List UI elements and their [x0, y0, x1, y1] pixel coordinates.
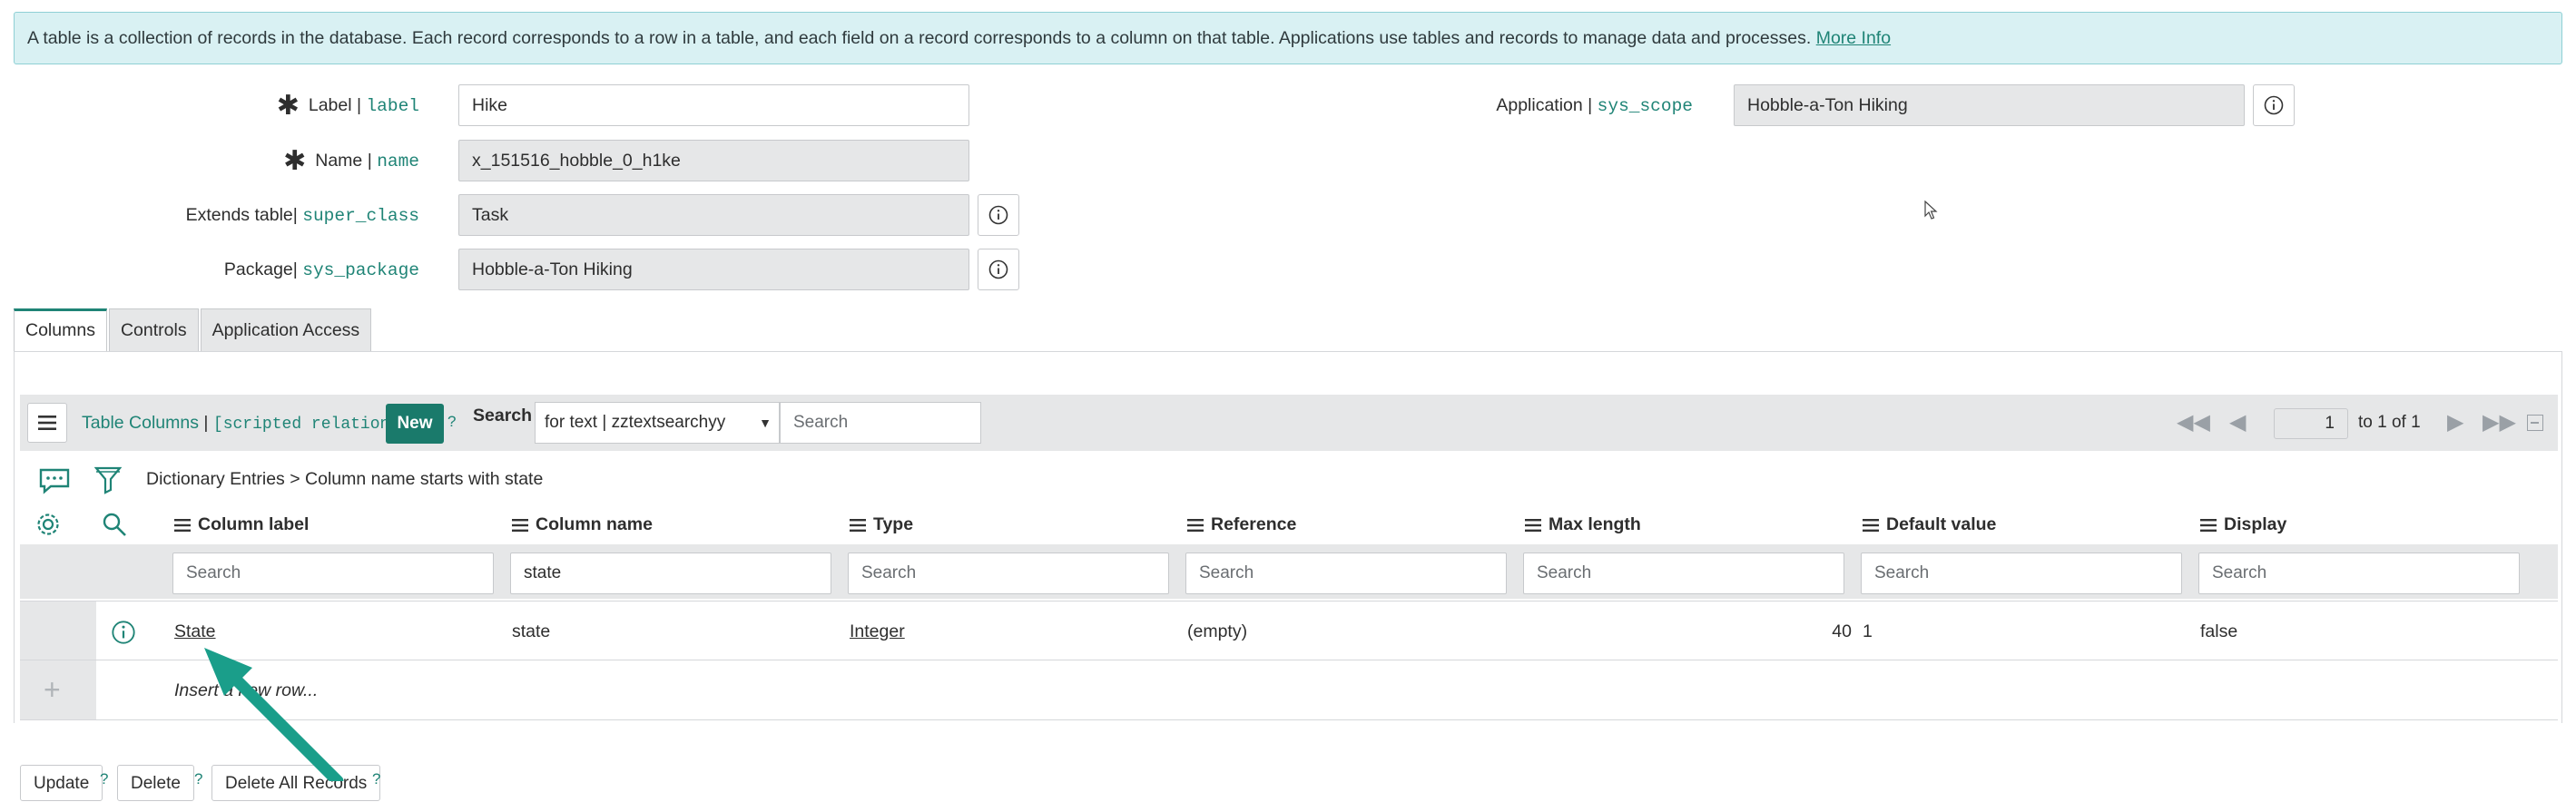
label-field-label: ✱ Label | label	[276, 90, 419, 121]
column-search-row: Search state Search Search Search Search…	[20, 544, 2558, 599]
list-relation: [scripted relation]	[212, 416, 400, 434]
default-value-search[interactable]: Search	[1861, 553, 2182, 594]
cell-default-value: 1	[1863, 621, 1873, 641]
gear-icon[interactable]	[34, 511, 62, 538]
package-field-label: Package| sys_package	[223, 259, 419, 280]
delete-button[interactable]: Delete	[117, 765, 194, 801]
type-search[interactable]: Search	[848, 553, 1169, 594]
package-input[interactable]: Hobble-a-Ton Hiking	[458, 249, 969, 290]
hamburger-icon	[38, 416, 56, 430]
list-title-link[interactable]: Table Columns	[82, 413, 199, 433]
max-length-search[interactable]: Search	[1523, 553, 1844, 594]
delete-all-help-icon[interactable]: ?	[372, 770, 380, 788]
application-info-button[interactable]	[2253, 84, 2295, 126]
required-icon: ✱	[283, 145, 307, 176]
column-header-reference[interactable]: Reference	[1187, 504, 1296, 544]
label-input[interactable]: Hike	[458, 84, 969, 126]
column-menu-icon[interactable]	[174, 518, 191, 532]
cell-reference: (empty)	[1187, 621, 1248, 641]
search-field-select[interactable]: for text | zztextsearchyy ▼	[535, 402, 780, 444]
package-info-button[interactable]	[978, 249, 1019, 290]
column-header-row: Column label Column name Type Reference …	[20, 504, 2558, 544]
table-row: State state Integer (empty) 40 1 false	[20, 601, 2558, 660]
column-header-max-length[interactable]: Max length	[1525, 504, 1641, 544]
breadcrumb-filter[interactable]: Column name starts with state	[305, 469, 543, 489]
tab-application-access[interactable]: Application Access	[200, 308, 372, 352]
search-icon[interactable]	[102, 512, 127, 537]
reference-search[interactable]: Search	[1185, 553, 1507, 594]
column-label-search[interactable]: Search	[172, 553, 494, 594]
column-menu-icon[interactable]	[1863, 518, 1879, 532]
application-input[interactable]: Hobble-a-Ton Hiking	[1734, 84, 2245, 126]
search-label: Search	[473, 406, 533, 425]
tab-controls[interactable]: Controls	[108, 308, 199, 352]
update-button[interactable]: Update	[20, 765, 103, 801]
record-preview-icon[interactable]	[111, 620, 136, 645]
extends-info-button[interactable]	[978, 194, 1019, 236]
new-help-icon[interactable]: ?	[447, 413, 456, 431]
row-gutter	[20, 602, 96, 660]
delete-help-icon[interactable]: ?	[194, 770, 202, 788]
page-number-input[interactable]: 1	[2274, 408, 2348, 439]
application-field-label: Application | sys_scope	[1496, 95, 1693, 116]
mouse-cursor-icon	[1924, 200, 1938, 220]
cell-column-name: state	[512, 621, 551, 641]
cell-max-length: 40	[1832, 621, 1852, 641]
more-info-link[interactable]: More Info	[1816, 28, 1891, 48]
chevron-down-icon: ▼	[759, 416, 772, 430]
column-menu-icon[interactable]	[512, 518, 528, 532]
activity-stream-icon[interactable]	[38, 467, 71, 494]
list-menu-button[interactable]	[27, 403, 67, 443]
column-menu-icon[interactable]	[2200, 518, 2217, 532]
list-search-input[interactable]: Search	[780, 402, 981, 444]
filter-icon[interactable]	[94, 465, 122, 494]
add-row-icon[interactable]: +	[44, 660, 61, 720]
display-search[interactable]: Search	[2198, 553, 2520, 594]
column-header-column-label[interactable]: Column label	[174, 504, 309, 544]
page-info: to 1 of 1	[2358, 413, 2421, 432]
insert-new-row-link[interactable]: Insert a new row...	[174, 660, 318, 720]
first-page-icon[interactable]: ◀◀	[2177, 395, 2210, 451]
required-icon: ✱	[276, 90, 300, 121]
breadcrumb-root[interactable]: Dictionary Entries	[146, 469, 285, 489]
list-header-bar: Table Columns | [scripted relation] New …	[20, 395, 2558, 451]
cell-type[interactable]: Integer	[850, 602, 905, 661]
collapse-list-icon[interactable]	[2527, 415, 2543, 431]
column-header-type[interactable]: Type	[850, 504, 913, 544]
column-menu-icon[interactable]	[1525, 518, 1541, 532]
banner-text: A table is a collection of records in th…	[27, 28, 1812, 48]
cell-display: false	[2200, 621, 2238, 641]
info-icon	[2264, 95, 2284, 115]
delete-all-records-button[interactable]: Delete All Records	[211, 765, 381, 801]
insert-row: + Insert a new row...	[20, 660, 2558, 720]
info-icon	[988, 205, 1008, 225]
column-header-display[interactable]: Display	[2200, 504, 2286, 544]
new-button[interactable]: New	[386, 404, 444, 444]
update-help-icon[interactable]: ?	[100, 770, 108, 788]
last-page-icon[interactable]: ▶▶	[2483, 395, 2516, 451]
column-header-default-value[interactable]: Default value	[1863, 504, 1996, 544]
info-icon	[988, 259, 1008, 279]
list-title: Table Columns | [scripted relation]	[82, 413, 400, 434]
info-banner: A table is a collection of records in th…	[14, 12, 2562, 64]
column-menu-icon[interactable]	[850, 518, 866, 532]
previous-page-icon[interactable]: ◀	[2229, 395, 2246, 451]
cell-column-label[interactable]: State	[174, 602, 216, 661]
breadcrumb: Dictionary Entries > Column name starts …	[146, 469, 544, 489]
extends-input[interactable]: Task	[458, 194, 969, 236]
next-page-icon[interactable]: ▶	[2447, 395, 2463, 451]
name-input[interactable]: x_151516_hobble_0_h1ke	[458, 140, 969, 181]
column-name-search[interactable]: state	[510, 553, 831, 594]
name-field-label: ✱ Name | name	[283, 145, 419, 176]
column-header-column-name[interactable]: Column name	[512, 504, 653, 544]
column-menu-icon[interactable]	[1187, 518, 1204, 532]
related-lists-tabs: Columns Controls Application Access	[14, 308, 373, 352]
tab-columns[interactable]: Columns	[14, 308, 107, 352]
extends-field-label: Extends table| super_class	[185, 205, 419, 226]
